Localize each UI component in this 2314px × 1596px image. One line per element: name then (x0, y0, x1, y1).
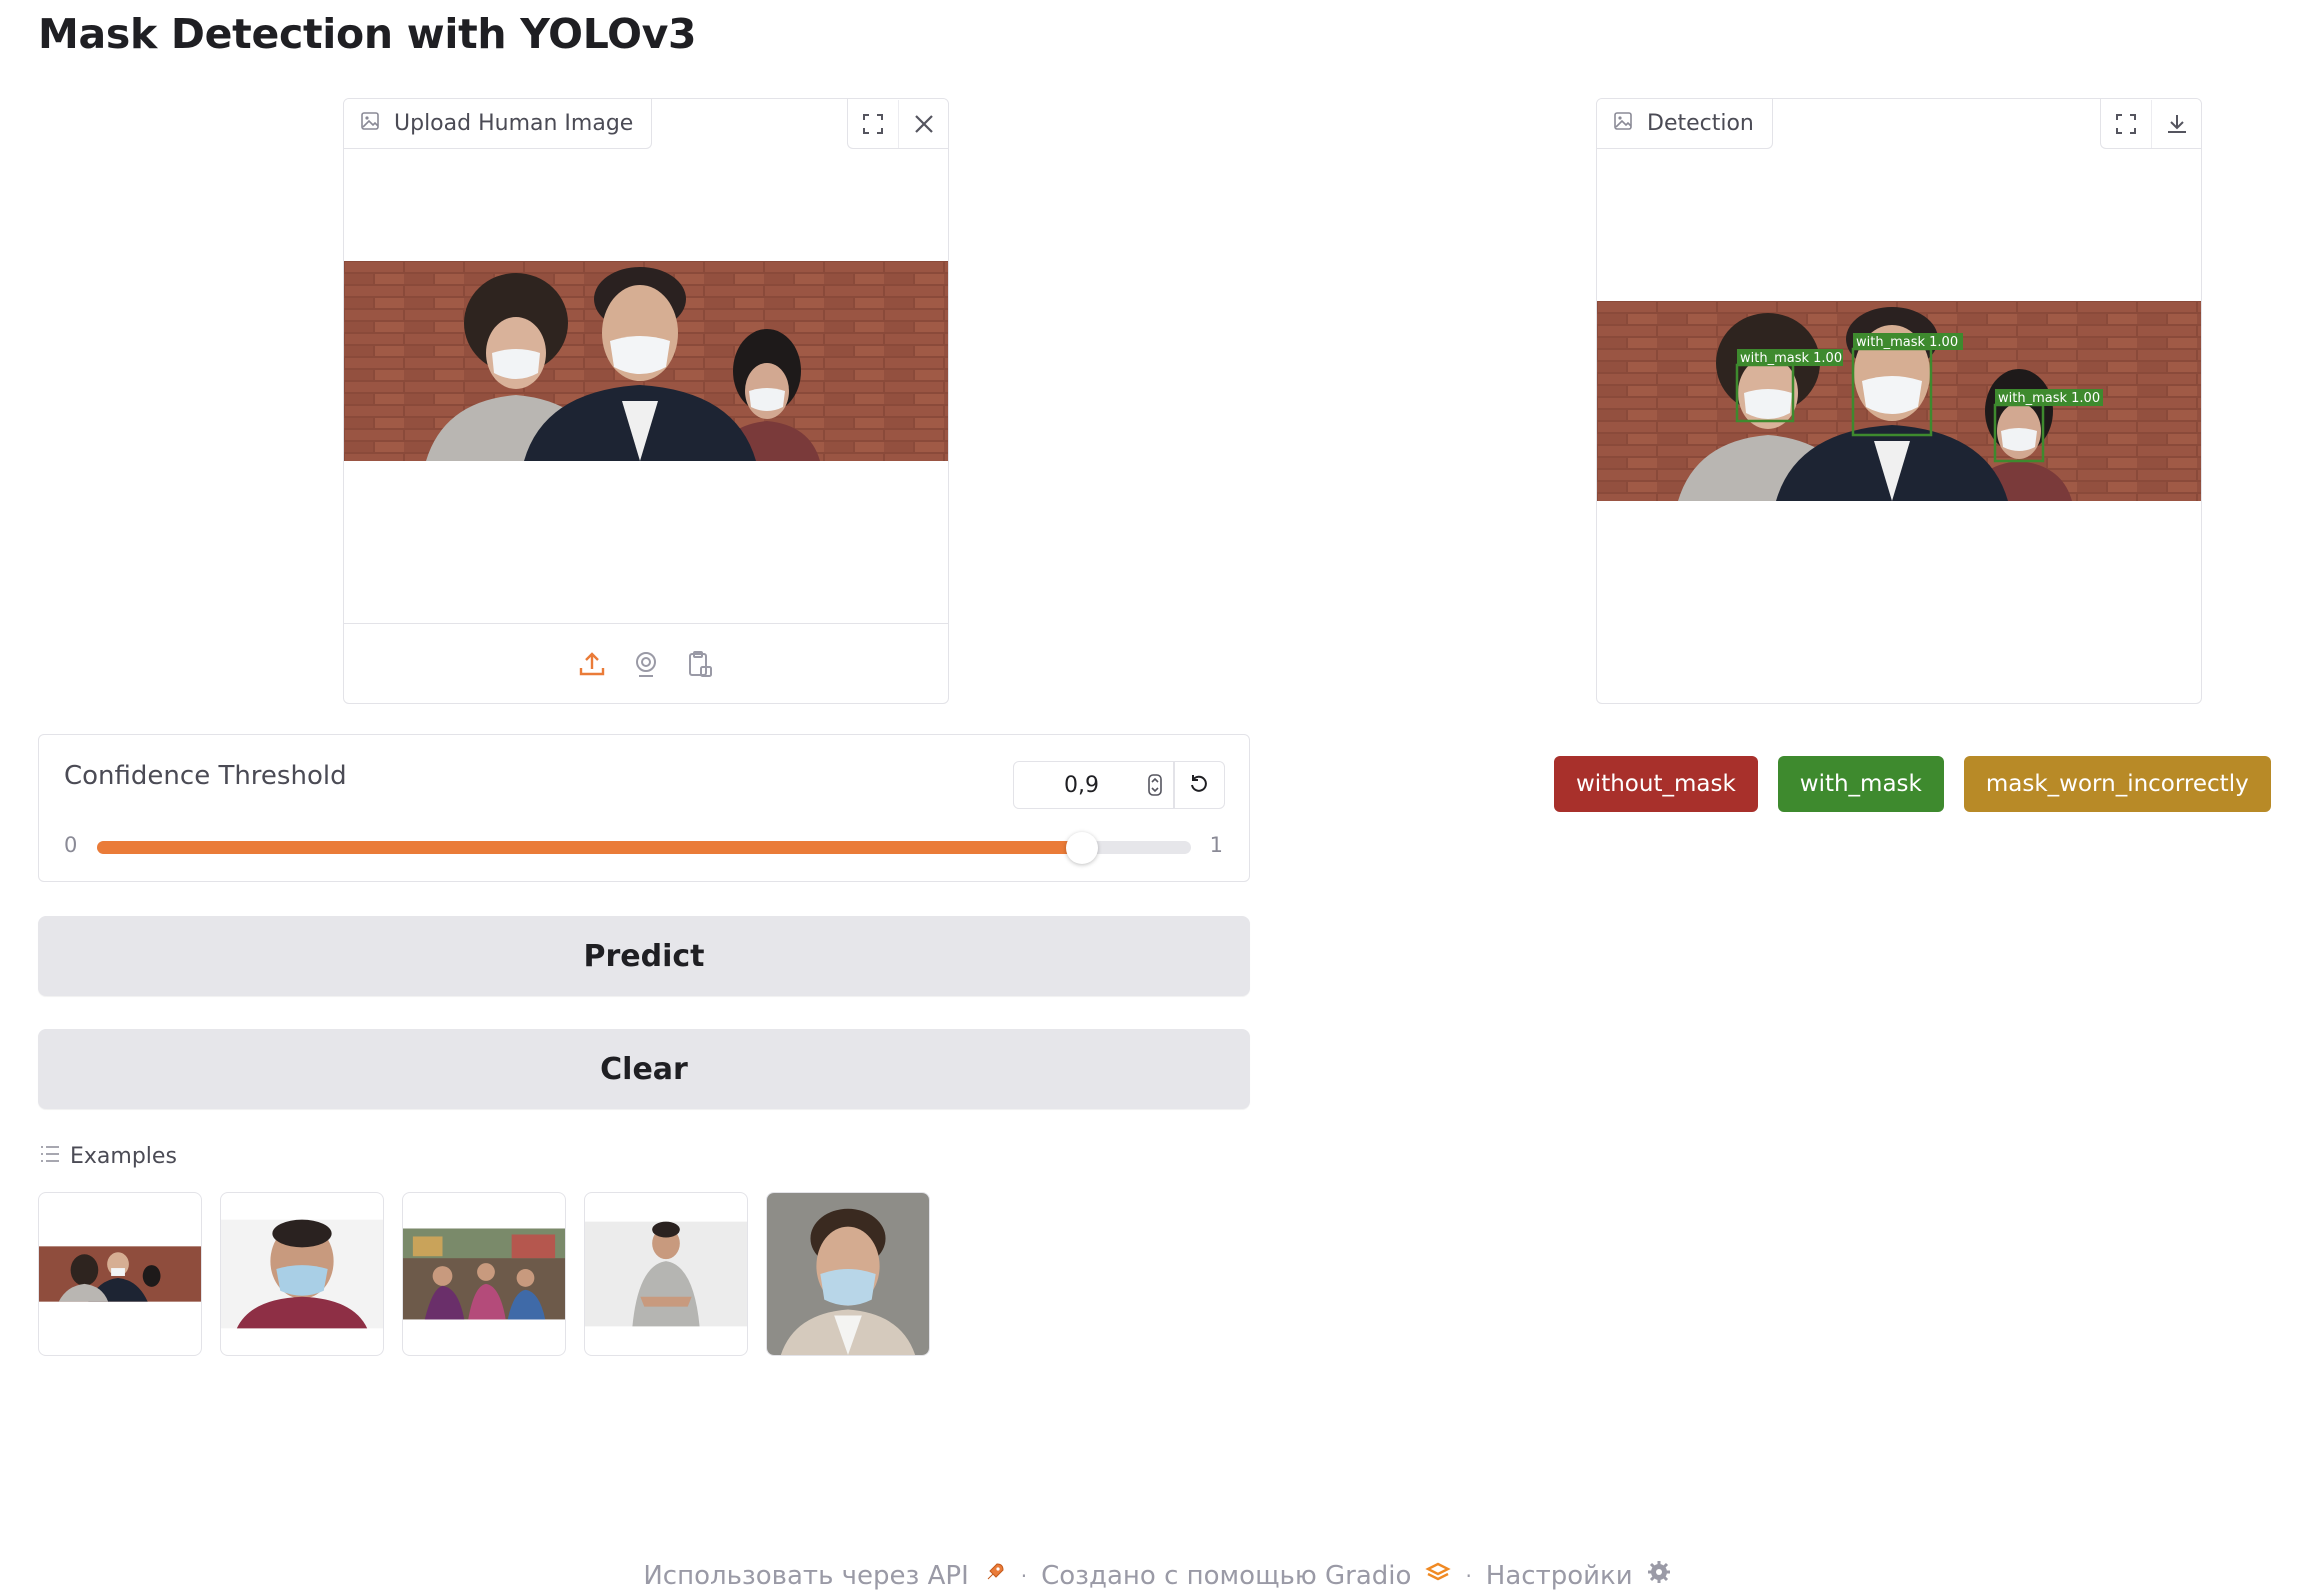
page-title: Mask Detection with YOLOv3 (38, 10, 697, 58)
gradio-logo-icon (1425, 1561, 1452, 1591)
legend-with-mask[interactable]: with_mask (1777, 756, 1944, 812)
predict-button[interactable]: Predict (38, 916, 1250, 996)
upload-icon[interactable] (576, 648, 608, 680)
examples-label: Examples (70, 1144, 177, 1169)
confidence-threshold-block: Confidence Threshold 0,9 0 1 (38, 734, 1250, 882)
example-thumbnail[interactable] (584, 1192, 748, 1356)
examples-header: Examples (40, 1144, 177, 1169)
input-panel-label: Upload Human Image (344, 99, 653, 149)
footer: Использовать через API · Создано с помощ… (0, 1560, 2314, 1591)
fullscreen-icon[interactable] (848, 100, 898, 148)
legend-without-mask[interactable]: without_mask (1554, 756, 1758, 812)
input-panel-label-text: Upload Human Image (394, 111, 634, 136)
image-icon (360, 111, 380, 137)
page: Mask Detection with YOLOv3 Upload Human … (0, 0, 2314, 1596)
stepper-icon[interactable] (1148, 774, 1162, 802)
detection-label: with_mask 1.00 (1740, 351, 1842, 366)
input-panel-tools (847, 99, 948, 149)
reset-icon (1188, 772, 1210, 798)
upload-source-bar (344, 623, 948, 703)
list-icon (40, 1144, 60, 1169)
clipboard-icon[interactable] (684, 648, 716, 680)
input-image-panel[interactable]: Upload Human Image (343, 98, 949, 704)
gear-icon[interactable] (1647, 1560, 1671, 1591)
detection-label: with_mask 1.00 (1856, 335, 1958, 350)
output-panel-label: Detection (1597, 99, 1773, 149)
detection-output-panel: Detection with_mask 1.00 with_mask 1.00 … (1596, 98, 2202, 704)
slider-min-label: 0 (64, 833, 78, 857)
detection-label: with_mask 1.00 (1998, 391, 2100, 406)
output-panel-label-text: Detection (1647, 111, 1754, 136)
reset-button[interactable] (1173, 761, 1225, 809)
webcam-icon[interactable] (630, 648, 662, 680)
detection-result-image: with_mask 1.00 with_mask 1.00 with_mask … (1597, 301, 2201, 501)
threshold-number-input[interactable]: 0,9 (1013, 761, 1175, 809)
api-link[interactable]: Использовать через API (643, 1561, 968, 1591)
separator-dot: · (1020, 1563, 1028, 1588)
close-icon[interactable] (898, 99, 948, 148)
legend-mask-worn-incorrectly[interactable]: mask_worn_incorrectly (1963, 756, 2271, 812)
output-panel-tools (2100, 99, 2201, 149)
uploaded-image (344, 261, 948, 461)
examples-gallery (38, 1192, 930, 1356)
fullscreen-icon[interactable] (2101, 100, 2151, 148)
slider-fill (97, 841, 1082, 854)
example-thumbnail[interactable] (38, 1192, 202, 1356)
slider-label: Confidence Threshold (64, 761, 347, 791)
slider-track[interactable] (97, 832, 1191, 864)
clear-button[interactable]: Clear (38, 1029, 1250, 1109)
class-legend: without_mask with_mask mask_worn_incorre… (1554, 756, 2271, 812)
threshold-value: 0,9 (1064, 772, 1099, 798)
image-icon (1613, 111, 1633, 137)
example-thumbnail[interactable] (402, 1192, 566, 1356)
built-with-gradio-link[interactable]: Создано с помощью Gradio (1041, 1561, 1411, 1591)
slider-thumb[interactable] (1065, 832, 1098, 864)
settings-link[interactable]: Настройки (1486, 1561, 1633, 1591)
example-thumbnail[interactable] (766, 1192, 930, 1356)
rocket-icon (983, 1560, 1007, 1591)
example-thumbnail[interactable] (220, 1192, 384, 1356)
separator-dot: · (1465, 1563, 1472, 1588)
slider-max-label: 1 (1209, 833, 1223, 857)
download-icon[interactable] (2151, 99, 2201, 148)
